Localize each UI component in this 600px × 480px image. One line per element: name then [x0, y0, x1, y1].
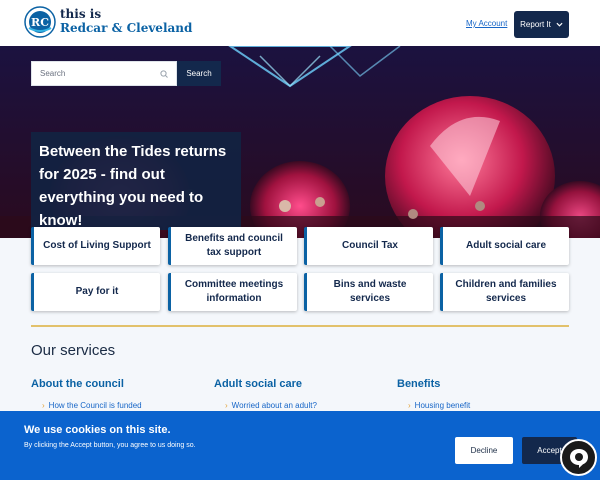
service-link-council-funding[interactable]: › How the Council is funded	[42, 401, 142, 410]
report-it-label: Report It	[520, 20, 551, 29]
service-link-label: How the Council is funded	[48, 401, 142, 410]
quick-link-cost-of-living[interactable]: Cost of Living Support	[31, 227, 160, 265]
search-placeholder: Search	[40, 69, 66, 78]
quick-link-pay-for-it[interactable]: Pay for it	[31, 273, 160, 311]
quick-link-committee-meetings[interactable]: Committee meetings information	[168, 273, 297, 311]
quick-link-council-tax[interactable]: Council Tax	[304, 227, 433, 265]
chevron-right-icon: ›	[42, 401, 45, 410]
chevron-down-icon	[556, 22, 563, 27]
service-heading-about-council[interactable]: About the council	[31, 378, 124, 390]
cookie-subtitle: By clicking the Accept button, you agree…	[24, 442, 196, 449]
service-heading-benefits[interactable]: Benefits	[397, 378, 440, 390]
quick-link-bins-and-waste[interactable]: Bins and waste services	[304, 273, 433, 311]
service-link-worried-adult[interactable]: › Worried about an adult?	[225, 401, 317, 410]
search-button[interactable]: Search	[177, 61, 221, 86]
quick-link-children-and-families[interactable]: Children and families services	[440, 273, 569, 311]
site-header: RC this is Redcar & Cleveland My Account…	[0, 0, 600, 46]
cookie-title: We use cookies on this site.	[24, 424, 171, 436]
brand-line-2: Redcar & Cleveland	[60, 21, 193, 35]
chevron-right-icon: ›	[408, 401, 411, 410]
quick-link-adult-social-care[interactable]: Adult social care	[440, 227, 569, 265]
chevron-right-icon: ›	[225, 401, 228, 410]
svg-text:RC: RC	[31, 16, 49, 29]
chat-icon	[569, 448, 588, 468]
service-heading-adult-social-care[interactable]: Adult social care	[214, 378, 302, 390]
quick-link-benefits[interactable]: Benefits and council tax support	[168, 227, 297, 265]
service-link-label: Worried about an adult?	[231, 401, 317, 410]
service-link-housing-benefit[interactable]: › Housing benefit	[408, 401, 470, 410]
search-input[interactable]: Search	[31, 61, 177, 86]
service-link-label: Housing benefit	[414, 401, 471, 410]
my-account-link[interactable]: My Account	[466, 19, 507, 28]
section-divider	[31, 325, 569, 327]
cookie-banner: We use cookies on this site. By clicking…	[0, 411, 600, 480]
hero-promo-text[interactable]: Between the Tides returns for 2025 - fin…	[31, 132, 241, 230]
site-brand[interactable]: this is Redcar & Cleveland	[60, 7, 192, 35]
report-it-button[interactable]: Report It	[514, 11, 569, 38]
services-heading: Our services	[31, 342, 116, 359]
decline-button[interactable]: Decline	[455, 437, 513, 464]
council-logo[interactable]: RC	[24, 6, 56, 38]
brand-line-1: this is	[60, 7, 102, 21]
chat-button[interactable]	[560, 439, 597, 476]
search-icon	[160, 70, 168, 78]
